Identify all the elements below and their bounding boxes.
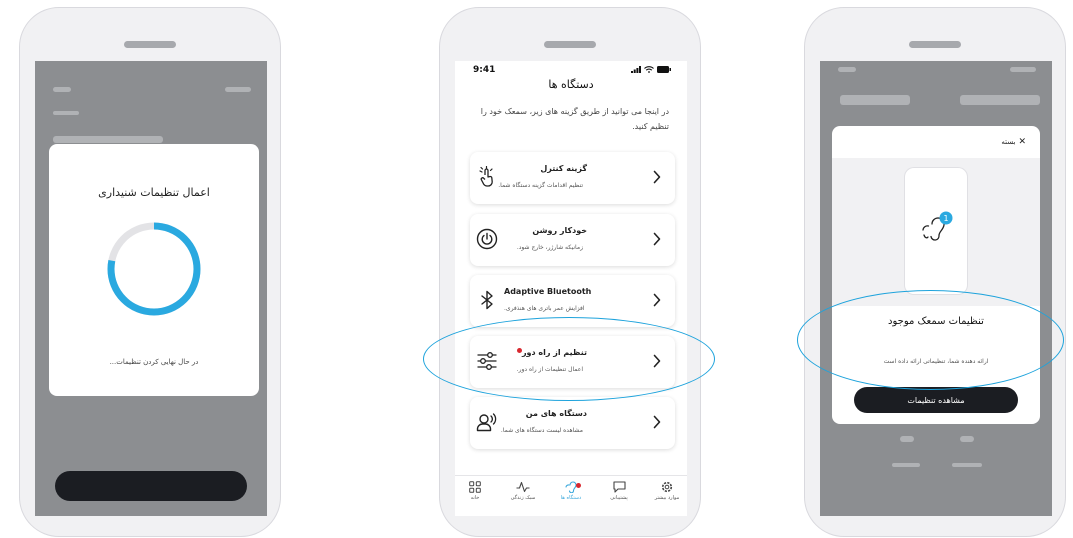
count-badge: 1 <box>939 211 953 225</box>
bluetooth-icon <box>481 290 493 310</box>
card-title: گزینه کنترل <box>540 164 587 173</box>
status-bar: 9:41 <box>473 65 671 77</box>
illustration-area: 1 <box>832 158 1040 306</box>
card-my-devices[interactable]: دستگاه های من مشاهده لیست دستگاه های شما… <box>470 397 675 449</box>
bottom-tab-bar: خانه سبک زندگی دستگاه ها پشتیبانی موارد … <box>455 475 687 516</box>
chat-icon <box>612 481 626 493</box>
tap-gesture-icon <box>479 166 493 187</box>
card-auto-on[interactable]: خودکار روشن زمانیکه شارژر، خارج شود. <box>470 214 675 266</box>
applying-settings-dialog: اعمال تنظیمات شنیداری در حال نهایی کردن … <box>49 144 259 396</box>
dialog-header: ✕بسته <box>832 126 1040 159</box>
card-subtitle: مشاهده لیست دستگاه های شما. <box>500 427 583 434</box>
screen-settings-available: ✕بسته 1 تنظیمات سمعک موجود ارائه دهنده ش… <box>820 61 1052 516</box>
dialog-subtitle: در حال نهایی کردن تنظیمات... <box>109 358 199 366</box>
status-time: 9:41 <box>473 65 496 75</box>
phone-illustration: 1 <box>905 168 967 294</box>
view-settings-button[interactable]: مشاهده تنظیمات <box>854 387 1018 413</box>
chevron-right-icon <box>653 415 661 429</box>
chevron-right-icon <box>653 170 661 184</box>
chevron-right-icon <box>653 293 661 307</box>
badge-count: 1 <box>943 214 948 223</box>
card-title: Adaptive Bluetooth <box>504 287 592 296</box>
signal-icon <box>631 66 641 73</box>
gear-icon <box>661 481 673 493</box>
card-subtitle: زمانیکه شارژر، خارج شود. <box>516 244 583 251</box>
phone-speaker <box>544 41 596 48</box>
page-intro: در اینجا می توانید از طریق گزینه های زیر… <box>480 107 669 131</box>
notification-badge <box>576 483 581 488</box>
wifi-icon <box>644 66 654 73</box>
card-title: دستگاه های من <box>525 409 587 418</box>
tab-home[interactable]: خانه <box>455 481 495 501</box>
screen-devices: 9:41 دستگاه ها در اینجا می توانید از طری… <box>455 61 687 516</box>
blurred-primary-button <box>55 471 247 501</box>
tab-label: خانه <box>470 495 480 501</box>
page-title: دستگاه ها <box>548 78 594 91</box>
activity-icon <box>516 481 530 493</box>
chevron-right-icon <box>653 232 661 246</box>
dialog-title: اعمال تنظیمات شنیداری <box>98 186 210 199</box>
person-sound-icon <box>476 413 497 432</box>
phone-frame-2: 9:41 دستگاه ها در اینجا می توانید از طری… <box>439 7 701 537</box>
progress-ring <box>107 222 201 316</box>
phone-frame-1: اعمال تنظیمات شنیداری در حال نهایی کردن … <box>19 7 281 537</box>
card-title: خودکار روشن <box>532 226 587 235</box>
highlight-ring <box>423 317 715 401</box>
phone-speaker <box>909 41 961 48</box>
highlight-ring <box>797 290 1064 390</box>
tab-label: سبک زندگی <box>510 495 536 501</box>
phone-frame-3: ✕بسته 1 تنظیمات سمعک موجود ارائه دهنده ش… <box>804 7 1066 537</box>
close-label: بسته <box>1001 138 1016 146</box>
screen-applying-settings: اعمال تنظیمات شنیداری در حال نهایی کردن … <box>35 61 267 516</box>
grid-icon <box>469 481 481 493</box>
tab-support[interactable]: پشتیبانی <box>599 481 639 501</box>
close-icon: ✕ <box>1018 137 1026 147</box>
tab-label: پشتیبانی <box>610 495 628 501</box>
tab-more[interactable]: موارد بیشتر <box>647 481 687 501</box>
card-subtitle: افزایش عمر باتری های هنذفری. <box>504 305 585 312</box>
card-control-option[interactable]: گزینه کنترل تنظیم اقدامات گزینه دستگاه ش… <box>470 152 675 204</box>
tab-label: موارد بیشتر <box>654 495 680 501</box>
battery-icon <box>657 66 671 73</box>
tab-lifestyle[interactable]: سبک زندگی <box>503 481 543 501</box>
card-subtitle: تنظیم اقدامات گزینه دستگاه شما. <box>498 182 583 189</box>
power-icon <box>476 228 498 250</box>
close-button[interactable]: ✕بسته <box>1001 137 1026 147</box>
tab-devices[interactable]: دستگاه ها <box>551 481 591 501</box>
tab-label: دستگاه ها <box>560 495 582 501</box>
phone-speaker <box>124 41 176 48</box>
